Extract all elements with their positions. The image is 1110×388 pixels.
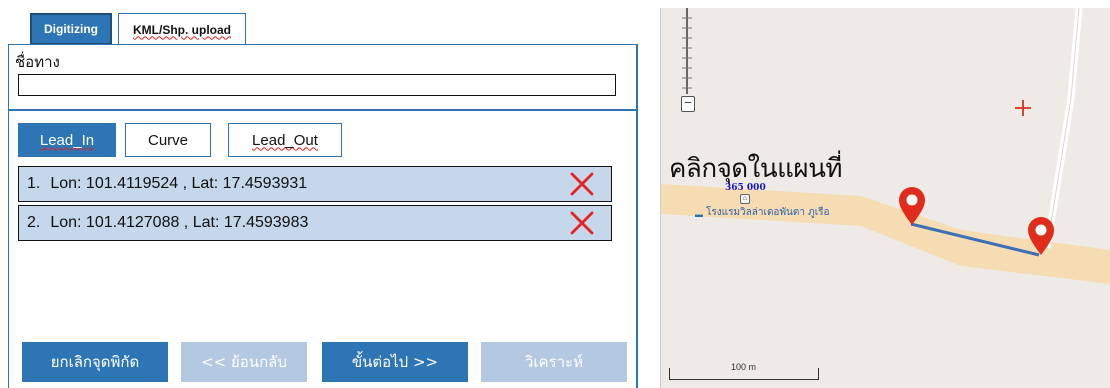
point-coordinates: Lon: 101.4119524 , Lat: 17.4593931 <box>50 175 308 192</box>
elevation-label: 365 000 <box>725 183 766 193</box>
point-coordinates: Lon: 101.4127088 , Lat: 17.4593983 <box>50 214 309 231</box>
x-mark-icon[interactable] <box>569 171 595 197</box>
lead-out-label: Lead_Out <box>252 131 318 149</box>
tab-kml-upload[interactable]: KML/Shp. upload <box>118 13 246 45</box>
point-index: 1. <box>27 175 41 192</box>
tab-digitizing-label: Digitizing <box>44 22 98 36</box>
point-row-2: 2. Lon: 101.4127088 , Lat: 17.4593983 <box>18 205 612 241</box>
route-name-section: ชื่อทาง <box>8 44 638 110</box>
route-name-input[interactable] <box>18 74 616 96</box>
zoom-out-button[interactable]: − <box>681 96 695 112</box>
tab-digitizing[interactable]: Digitizing <box>30 13 112 45</box>
hotel-label: โรงแรมวิลล่าเดอพันตา ภูเรือ <box>706 207 830 218</box>
analyze-button[interactable]: วิเคราะห์ <box>481 342 627 382</box>
digitizing-panel: Digitizing KML/Shp. upload ชื่อทาง Lead_… <box>0 0 650 388</box>
landmark-icon: ⌂ <box>740 194 750 204</box>
map-base <box>661 8 1110 284</box>
map-view[interactable]: − คลิกจุดในแผนที่ 365 000 ⌂ ▬ โรงแรมวิลล… <box>660 8 1110 388</box>
point-index: 2. <box>27 214 41 231</box>
x-mark-icon[interactable] <box>569 210 595 236</box>
curve-label: Curve <box>147 131 188 149</box>
next-step-button[interactable]: ขั้นต่อไป >> <box>322 342 468 382</box>
route-name-label: ชื่อทาง <box>15 53 60 71</box>
crosshair-icon <box>1015 100 1031 116</box>
map-pin-icon[interactable] <box>1026 216 1056 256</box>
cancel-points-button[interactable]: ยกเลิกจุดพิกัด <box>22 342 168 382</box>
zoom-slider[interactable] <box>678 8 696 94</box>
lead-out-button[interactable]: Lead_Out <box>228 123 342 157</box>
lead-in-label: Lead_In <box>39 131 95 149</box>
curve-button[interactable]: Curve <box>125 123 211 157</box>
lead-in-button[interactable]: Lead_In <box>18 123 116 157</box>
side-road <box>1043 8 1083 249</box>
point-row-1: 1. Lon: 101.4119524 , Lat: 17.4593931 <box>18 166 612 202</box>
back-button[interactable]: << ย้อนกลับ <box>181 342 307 382</box>
hotel-icon: ▬ <box>695 210 703 219</box>
tab-kml-upload-label: KML/Shp. upload <box>133 22 231 37</box>
scale-label: 100 m <box>731 362 757 372</box>
map-pin-icon[interactable] <box>897 186 927 226</box>
